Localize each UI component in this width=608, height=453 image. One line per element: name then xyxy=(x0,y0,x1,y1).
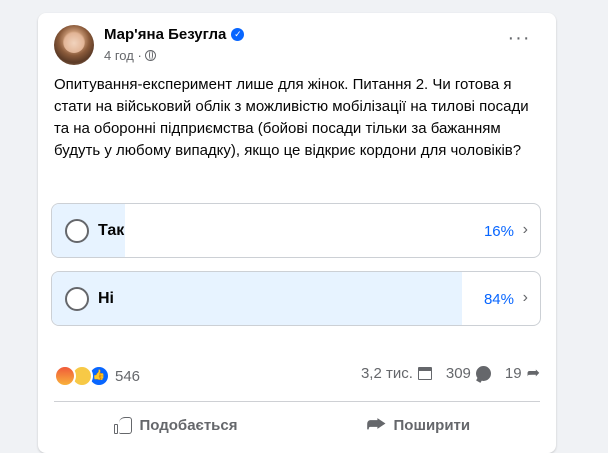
share-arrow-icon: ⮫ xyxy=(366,414,386,436)
globe-icon xyxy=(144,50,156,61)
comments-count: 309 xyxy=(445,365,471,382)
author-avatar[interactable] xyxy=(54,25,94,65)
engagement-stats: 3,2 тис. 309 19 ➦ xyxy=(361,365,540,382)
comment-icon xyxy=(475,366,491,381)
post-text: Опитування-експеримент лише для жінок. П… xyxy=(54,76,529,159)
author-name[interactable]: Мар'яна Безугла xyxy=(104,26,226,43)
shares-count: 19 xyxy=(504,365,522,382)
like-button[interactable]: Подобається xyxy=(54,403,297,447)
poll-option-label: Так xyxy=(98,222,125,239)
radio-button-yes[interactable] xyxy=(65,219,89,243)
post-card: Мар'яна Безугла ✓ 4 год · ··· Опитування… xyxy=(38,13,556,453)
post-time[interactable]: 4 год · xyxy=(104,48,142,63)
angry-reaction-icon xyxy=(54,365,76,387)
poll-option-yes[interactable]: Так 16% › xyxy=(51,203,541,258)
views-count: 3,2 тис. xyxy=(360,365,413,382)
post-meta: 4 год · xyxy=(104,48,156,63)
shares-stat[interactable]: 19 ➦ xyxy=(505,365,540,382)
poll-option-percent: 16% xyxy=(483,223,514,240)
chevron-right-icon: › xyxy=(522,289,528,306)
share-button-label: Поширити xyxy=(393,416,471,434)
more-options-button[interactable]: ··· xyxy=(506,28,532,53)
actions-divider xyxy=(54,401,540,402)
share-icon: ➦ xyxy=(526,364,540,382)
reactions-summary[interactable]: 👍 546 xyxy=(54,365,140,387)
poll-option-no[interactable]: Ні 84% › xyxy=(51,271,541,326)
reactions-count: 546 xyxy=(115,367,141,385)
radio-button-no[interactable] xyxy=(65,287,89,311)
like-button-label: Подобається xyxy=(139,416,238,434)
comments-stat[interactable]: 309 xyxy=(446,365,491,382)
author-row: Мар'яна Безугла ✓ xyxy=(104,26,245,43)
thumbs-up-icon xyxy=(113,416,132,434)
post-actions: Подобається ⮫ Поширити xyxy=(54,403,540,447)
share-button[interactable]: ⮫ Поширити xyxy=(297,403,540,447)
post-header: Мар'яна Безугла ✓ 4 год · ··· xyxy=(54,25,540,65)
views-icon xyxy=(417,367,432,380)
post-stats: 👍 546 3,2 тис. 309 19 ➦ xyxy=(54,365,540,387)
views-stat[interactable]: 3,2 тис. xyxy=(361,365,432,382)
poll-option-percent: 84% xyxy=(483,291,514,308)
poll-option-label: Ні xyxy=(98,290,114,307)
verified-badge-icon: ✓ xyxy=(231,28,245,41)
chevron-right-icon: › xyxy=(522,221,528,238)
